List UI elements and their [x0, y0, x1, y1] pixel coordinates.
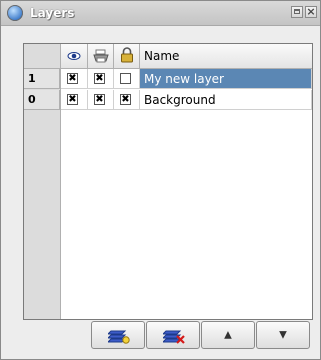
printer-icon — [93, 49, 109, 63]
header-name[interactable]: Name — [140, 44, 312, 68]
locked-checkbox[interactable] — [120, 73, 131, 84]
arrow-up-icon: ▲ — [224, 329, 232, 341]
new-layer-icon — [108, 330, 130, 344]
move-up-button[interactable]: ▲ — [201, 321, 255, 349]
move-down-button[interactable]: ▼ — [256, 321, 310, 349]
table-row[interactable]: 1 ✖ ✖ My new layer — [24, 69, 312, 89]
header-name-label: Name — [144, 49, 180, 63]
locked-cell[interactable]: ✖ — [114, 90, 140, 110]
visible-checkbox[interactable]: ✖ — [67, 73, 78, 84]
layer-name: My new layer — [144, 72, 224, 86]
layer-name-cell[interactable]: Background — [140, 90, 312, 110]
delete-layer-icon — [163, 330, 185, 344]
new-layer-button[interactable] — [91, 321, 145, 349]
header-locked[interactable] — [114, 44, 140, 68]
table-header: Name — [24, 44, 312, 69]
visible-cell[interactable]: ✖ — [61, 90, 88, 110]
app-icon — [7, 5, 23, 21]
header-visibility[interactable] — [61, 44, 88, 68]
row-number: 0 — [24, 90, 60, 110]
eye-icon — [67, 52, 81, 60]
locked-checkbox[interactable]: ✖ — [120, 94, 131, 105]
layer-name: Background — [144, 93, 216, 107]
printable-cell[interactable]: ✖ — [88, 90, 114, 110]
close-button[interactable]: × — [305, 6, 317, 18]
layer-toolbar: ▲ ▼ — [1, 321, 320, 359]
visible-cell[interactable]: ✖ — [61, 69, 88, 89]
layers-window: Layers × Name 1 ✖ ✖ My new layer 0 ✖ ✖ ✖… — [0, 0, 321, 360]
layers-table: Name 1 ✖ ✖ My new layer 0 ✖ ✖ ✖ Backgrou… — [23, 43, 313, 320]
locked-cell[interactable] — [114, 69, 140, 89]
header-printable[interactable] — [88, 44, 114, 68]
window-title: Layers — [30, 6, 75, 20]
header-corner — [24, 44, 61, 68]
printable-checkbox[interactable]: ✖ — [94, 73, 105, 84]
row-number: 1 — [24, 69, 60, 89]
delete-layer-button[interactable] — [146, 321, 200, 349]
arrow-down-icon: ▼ — [279, 329, 287, 341]
maximize-button[interactable] — [291, 6, 303, 18]
visible-checkbox[interactable]: ✖ — [67, 94, 78, 105]
title-bar[interactable]: Layers × — [1, 1, 320, 26]
lock-icon — [121, 47, 133, 63]
table-row[interactable]: 0 ✖ ✖ ✖ Background — [24, 90, 312, 110]
printable-cell[interactable]: ✖ — [88, 69, 114, 89]
layer-name-cell[interactable]: My new layer — [140, 69, 312, 89]
printable-checkbox[interactable]: ✖ — [94, 94, 105, 105]
